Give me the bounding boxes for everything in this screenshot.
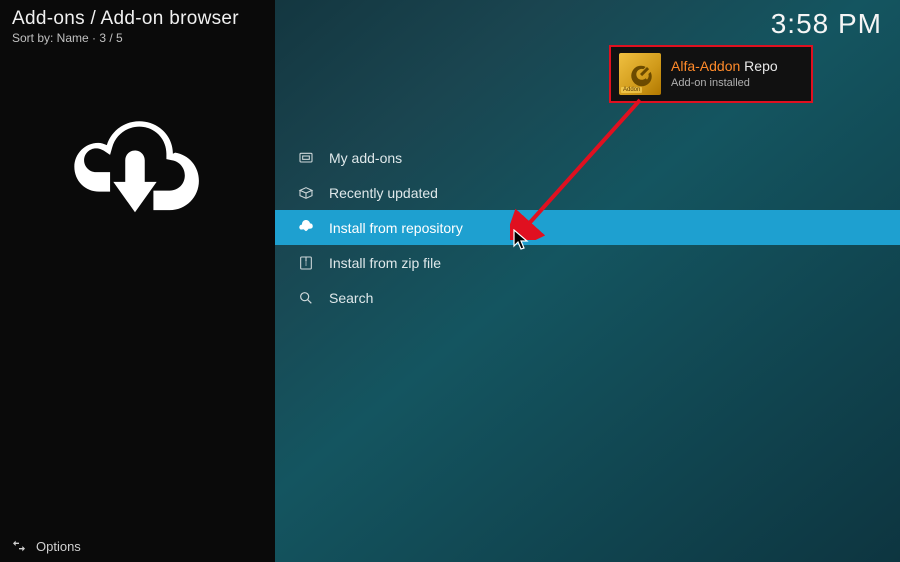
- menu-item-search[interactable]: Search: [275, 280, 900, 315]
- menu-item-label: Search: [329, 290, 373, 306]
- notification-text: Alfa-Addon Repo Add-on installed: [671, 58, 778, 90]
- addon-logo-label: Addon: [621, 87, 642, 93]
- notification-title: Alfa-Addon Repo: [671, 58, 778, 75]
- cloud-download-icon: [297, 219, 315, 237]
- menu-item-label: My add-ons: [329, 150, 402, 166]
- notification-subtitle: Add-on installed: [671, 77, 778, 90]
- menu-item-my-addons[interactable]: My add-ons: [275, 140, 900, 175]
- sort-indicator: Sort by: Name · 3 / 5: [12, 31, 239, 45]
- notification-title-rest: Repo: [740, 58, 777, 74]
- header: Add-ons / Add-on browser Sort by: Name ·…: [12, 8, 239, 45]
- options-icon: [10, 537, 28, 555]
- menu-item-label: Recently updated: [329, 185, 438, 201]
- notification-toast: Addon Alfa-Addon Repo Add-on installed: [609, 45, 813, 103]
- menu-item-install-from-repository[interactable]: Install from repository: [275, 210, 900, 245]
- search-icon: [297, 289, 315, 307]
- cloud-download-icon: [70, 105, 200, 225]
- breadcrumb: Add-ons / Add-on browser: [12, 8, 239, 30]
- menu-item-install-from-zip[interactable]: Install from zip file: [275, 245, 900, 280]
- addon-logo-icon: Addon: [619, 53, 661, 95]
- sidebar: [0, 0, 275, 562]
- options-label: Options: [36, 539, 81, 554]
- options-button[interactable]: Options: [0, 530, 275, 562]
- notification-title-highlight: Alfa-Addon: [671, 58, 740, 74]
- my-addons-icon: [297, 149, 315, 167]
- menu-item-recently-updated[interactable]: Recently updated: [275, 175, 900, 210]
- app-root: Add-ons / Add-on browser Sort by: Name ·…: [0, 0, 900, 562]
- box-open-icon: [297, 184, 315, 202]
- clock: 3:58 PM: [771, 8, 882, 40]
- menu-item-label: Install from repository: [329, 220, 463, 236]
- menu-item-label: Install from zip file: [329, 255, 441, 271]
- zip-file-icon: [297, 254, 315, 272]
- menu-list: My add-ons Recently updated Install from…: [275, 140, 900, 315]
